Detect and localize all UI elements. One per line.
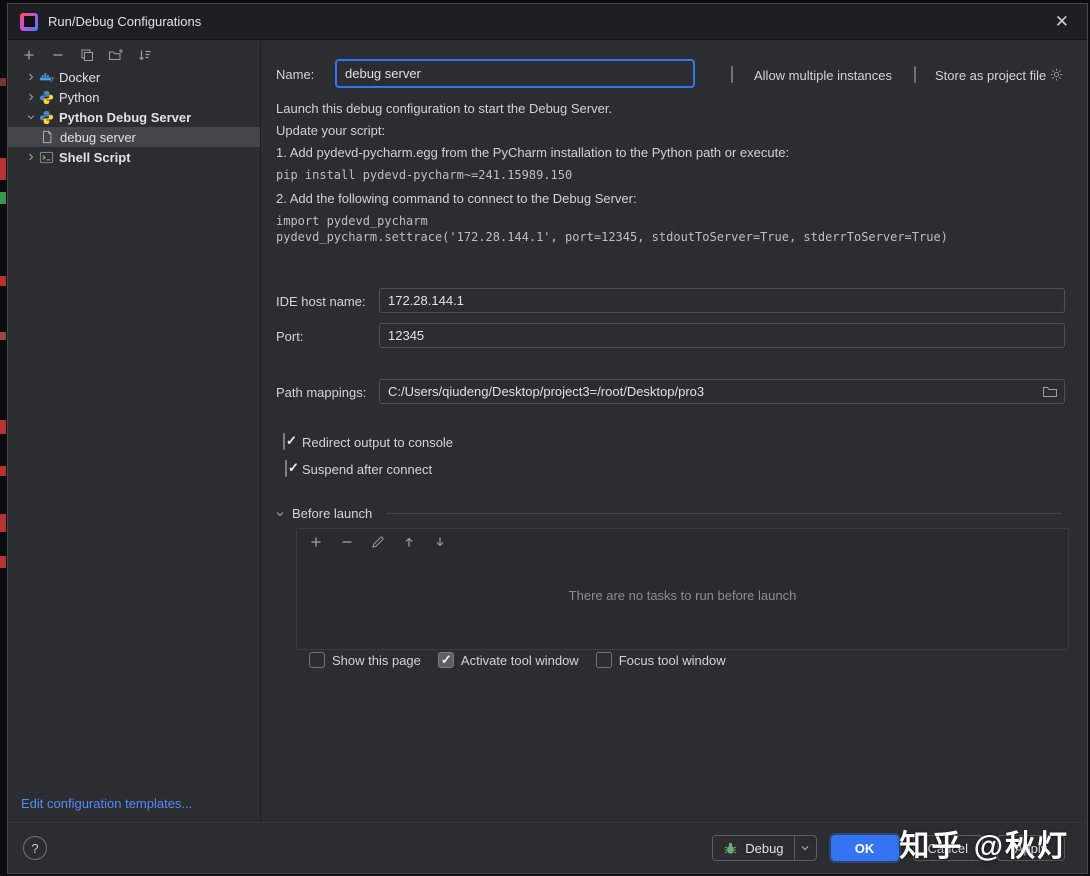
tool-window-options-row: Show this page Activate tool window Focu… [309, 652, 726, 668]
allow-multiple-instances-checkbox[interactable] [731, 66, 733, 83]
before-launch-title: Before launch [292, 506, 373, 521]
docker-icon [39, 69, 59, 85]
move-task-up-icon[interactable] [400, 533, 418, 551]
edit-task-icon[interactable] [369, 533, 387, 551]
focus-tool-window-option: Focus tool window [595, 652, 726, 668]
section-separator [386, 513, 1062, 514]
tree-item-label: debug server [60, 129, 136, 145]
step2-code-line2: pydevd_pycharm.settrace('172.28.144.1', … [276, 230, 948, 244]
redirect-output-label: Redirect output to console [302, 435, 454, 450]
configurations-sidebar: Docker Python Python Debug Server debug … [8, 41, 261, 822]
name-input[interactable] [336, 60, 694, 87]
window-title: Run/Debug Configurations [48, 14, 202, 29]
step2-text: 2. Add the following command to connect … [276, 191, 637, 206]
activate-tool-window-checkbox[interactable] [437, 652, 454, 668]
chevron-down-icon[interactable] [22, 109, 39, 125]
configuration-form: Name: Allow multiple instances Store as … [262, 41, 1087, 822]
ok-button[interactable]: OK [830, 835, 899, 861]
title-bar: Run/Debug Configurations ✕ [8, 4, 1087, 40]
tree-item-label: Docker [59, 69, 101, 85]
focus-tool-window-checkbox[interactable] [595, 652, 612, 668]
tree-item-label: Python [59, 89, 100, 105]
activate-tool-window-label: Activate tool window [460, 652, 579, 668]
description-line: Launch this debug configuration to start… [276, 101, 613, 116]
edit-configuration-templates-link[interactable]: Edit configuration templates... [21, 796, 192, 811]
debug-split-button[interactable]: Debug [712, 835, 817, 861]
tree-item-label: Python Debug Server [59, 109, 192, 125]
python-debug-server-icon [39, 109, 59, 125]
path-mappings-field [379, 379, 1065, 404]
before-launch-header[interactable]: Before launch [274, 506, 1062, 521]
help-button[interactable]: ? [23, 836, 47, 860]
suspend-after-connect-checkbox[interactable] [285, 460, 287, 477]
debug-options-chevron-icon[interactable] [793, 836, 816, 860]
tasks-toolbar [297, 529, 1068, 555]
add-configuration-icon[interactable] [20, 46, 38, 64]
debug-button[interactable]: Debug [713, 836, 793, 860]
ide-host-name-input[interactable] [379, 288, 1065, 313]
background-artifact [0, 556, 6, 568]
path-mappings-label: Path mappings: [276, 385, 367, 400]
chevron-right-icon[interactable] [22, 89, 39, 105]
configuration-file-icon [40, 129, 60, 145]
background-artifact [0, 332, 6, 340]
show-this-page-option: Show this page [309, 652, 421, 668]
background-artifact [0, 514, 6, 532]
step1-text: 1. Add pydevd-pycharm.egg from the PyCha… [276, 145, 790, 160]
sort-configurations-icon[interactable] [136, 46, 154, 64]
store-as-project-file-label: Store as project file [935, 68, 1047, 83]
browse-folder-icon[interactable] [1042, 384, 1058, 400]
chevron-right-icon[interactable] [22, 149, 39, 165]
show-this-page-label: Show this page [332, 652, 421, 668]
chevron-right-icon[interactable] [22, 69, 39, 85]
allow-multiple-instances-label: Allow multiple instances [754, 68, 893, 83]
move-task-down-icon[interactable] [431, 533, 449, 551]
add-task-icon[interactable] [307, 533, 325, 551]
close-icon[interactable]: ✕ [1049, 11, 1075, 32]
sidebar-toolbar [20, 43, 154, 67]
tree-item-label: Shell Script [59, 149, 131, 165]
chevron-down-icon[interactable] [274, 508, 286, 520]
ide-host-name-label: IDE host name: [276, 294, 366, 309]
no-tasks-message: There are no tasks to run before launch [568, 588, 797, 603]
copy-configuration-icon[interactable] [78, 46, 96, 64]
background-artifact [0, 158, 6, 180]
new-folder-icon[interactable] [107, 46, 125, 64]
python-icon [39, 89, 59, 105]
background-artifact [0, 192, 6, 204]
debug-button-label: Debug [745, 840, 784, 856]
focus-tool-window-label: Focus tool window [618, 652, 726, 668]
background-artifact [0, 420, 6, 434]
step1-code: pip install pydevd-pycharm~=241.15989.15… [276, 168, 573, 182]
before-launch-tasks-panel: There are no tasks to run before launch [296, 528, 1069, 650]
run-debug-configurations-dialog: Run/Debug Configurations ✕ Docker Python… [7, 3, 1088, 874]
tree-item-docker[interactable]: Docker [8, 67, 260, 87]
store-settings-gear-icon[interactable] [1049, 67, 1064, 82]
configurations-tree: Docker Python Python Debug Server debug … [8, 67, 260, 167]
debug-bug-icon [723, 841, 738, 856]
redirect-output-checkbox[interactable] [283, 433, 285, 450]
show-this-page-checkbox[interactable] [309, 652, 325, 668]
background-artifact [0, 276, 6, 286]
path-mappings-input[interactable] [380, 384, 1042, 399]
remove-configuration-icon[interactable] [49, 46, 67, 64]
tree-item-shell-script[interactable]: Shell Script [8, 147, 260, 167]
tree-item-debug-server[interactable]: debug server [8, 127, 260, 147]
description-line: Update your script: [276, 123, 386, 138]
shell-script-icon [39, 149, 59, 165]
port-input[interactable] [379, 323, 1065, 348]
store-as-project-file-checkbox[interactable] [914, 66, 916, 83]
tree-item-python-debug-server[interactable]: Python Debug Server [8, 107, 260, 127]
activate-tool-window-option: Activate tool window [437, 652, 579, 668]
remove-task-icon[interactable] [338, 533, 356, 551]
port-label: Port: [276, 329, 304, 344]
step2-code-line1: import pydevd_pycharm [276, 214, 428, 228]
background-artifact [0, 466, 6, 476]
suspend-after-connect-label: Suspend after connect [302, 462, 433, 477]
tree-item-python[interactable]: Python [8, 87, 260, 107]
intellij-logo-icon [20, 12, 38, 31]
background-artifact [0, 78, 6, 86]
zhihu-watermark: 知乎 @秋灯 [899, 830, 1069, 863]
name-label: Name: [276, 67, 315, 82]
